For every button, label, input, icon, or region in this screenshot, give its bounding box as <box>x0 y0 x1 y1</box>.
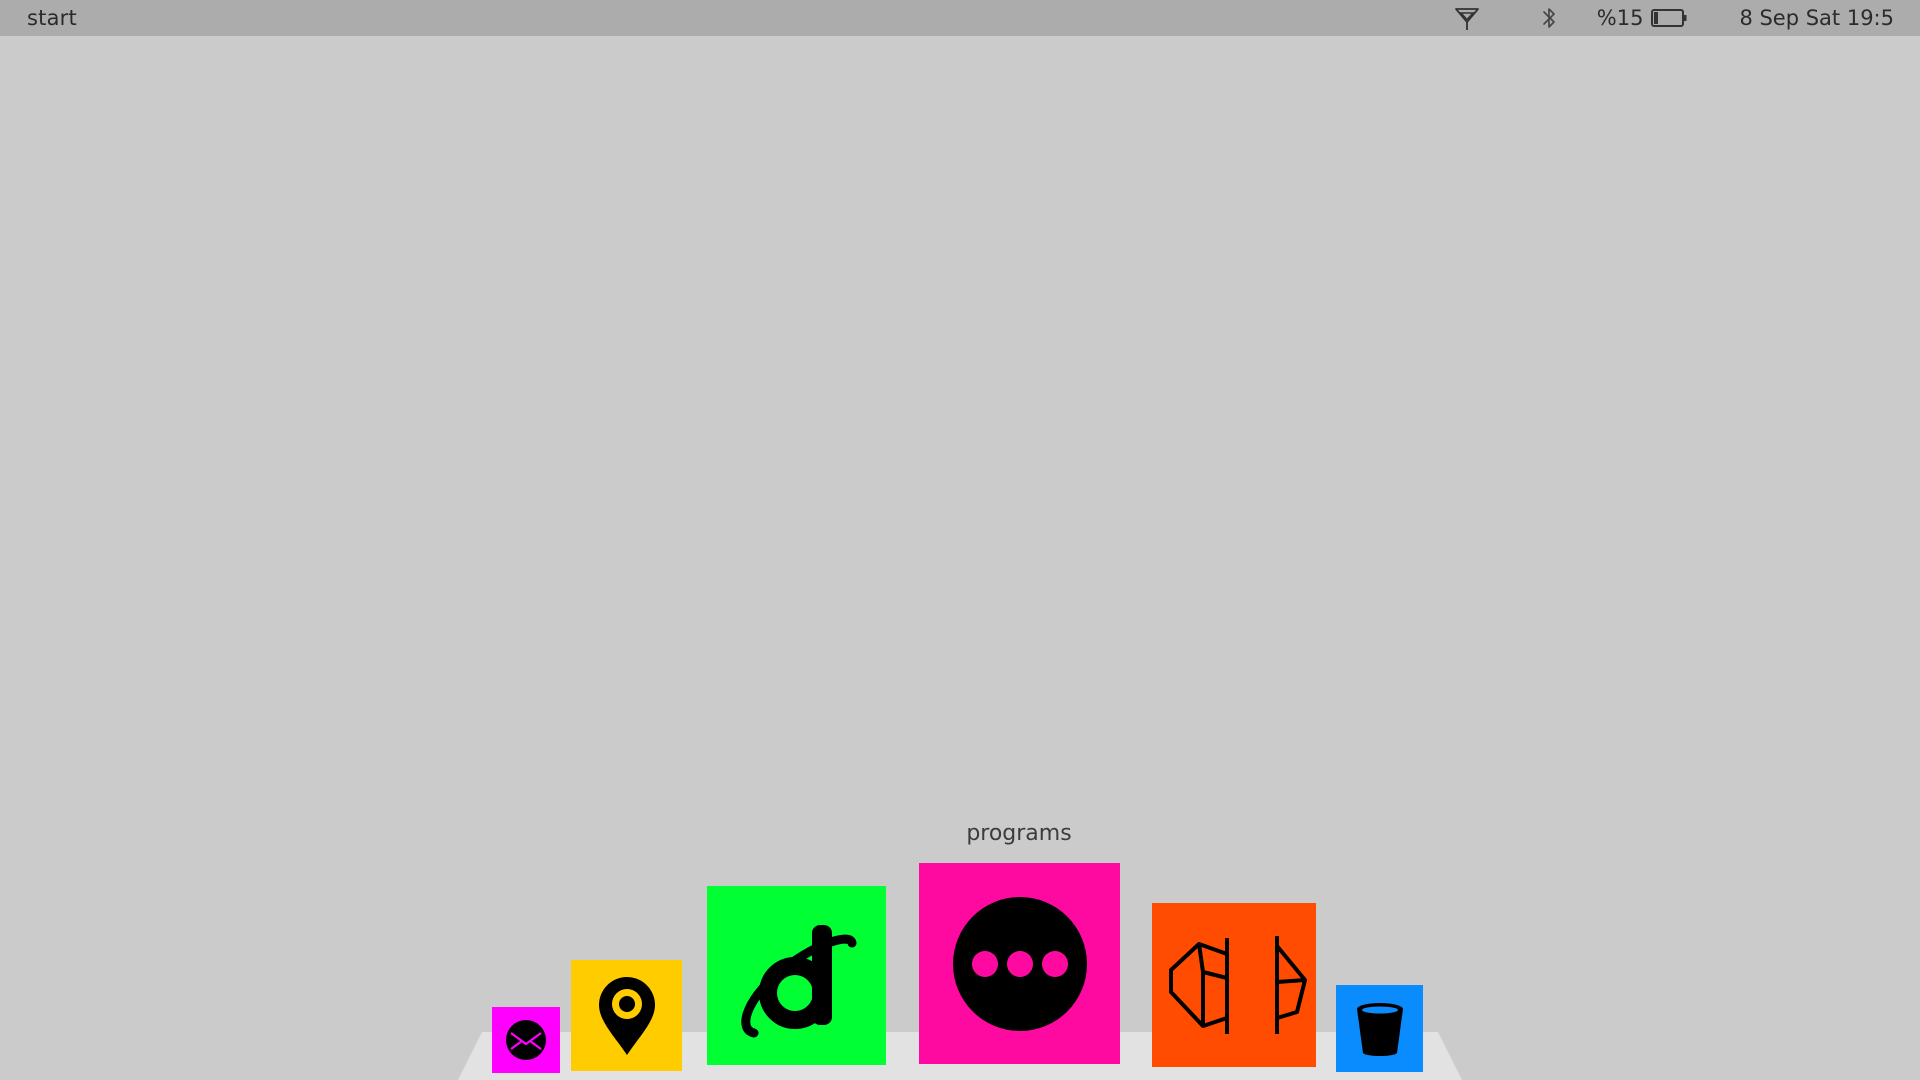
dock-item-mail[interactable] <box>492 1007 560 1073</box>
mail-icon <box>504 1018 548 1062</box>
map-pin-icon <box>595 975 659 1057</box>
clock[interactable]: 8 Sep Sat 19:5 <box>1739 6 1894 30</box>
menu-bar: start %15 8 Sep Sat 19:5 <box>0 0 1920 36</box>
dock-hover-label: programs <box>966 821 1072 846</box>
battery-level-fill <box>1654 12 1659 24</box>
dock-item-trash[interactable] <box>1336 985 1423 1072</box>
bluetooth-icon[interactable] <box>1539 5 1559 31</box>
dock-item-3d-modeler[interactable] <box>1152 903 1316 1067</box>
more-icon <box>952 896 1088 1032</box>
battery-percentage: %15 <box>1596 6 1644 30</box>
browser-icon <box>732 911 862 1041</box>
start-button[interactable]: start <box>27 6 77 30</box>
battery-icon[interactable] <box>1651 8 1687 28</box>
dock-item-programs[interactable] <box>919 863 1120 1064</box>
dock-item-browser[interactable] <box>707 886 886 1065</box>
3d-sketch-icon <box>1159 930 1309 1040</box>
trash-icon <box>1353 1001 1407 1057</box>
wifi-icon[interactable] <box>1453 4 1481 32</box>
dock-item-maps[interactable] <box>571 960 682 1071</box>
desktop[interactable]: start %15 8 Sep Sat 19:5 programs <box>0 0 1920 1080</box>
system-tray: %15 8 Sep Sat 19:5 <box>1453 0 1894 36</box>
